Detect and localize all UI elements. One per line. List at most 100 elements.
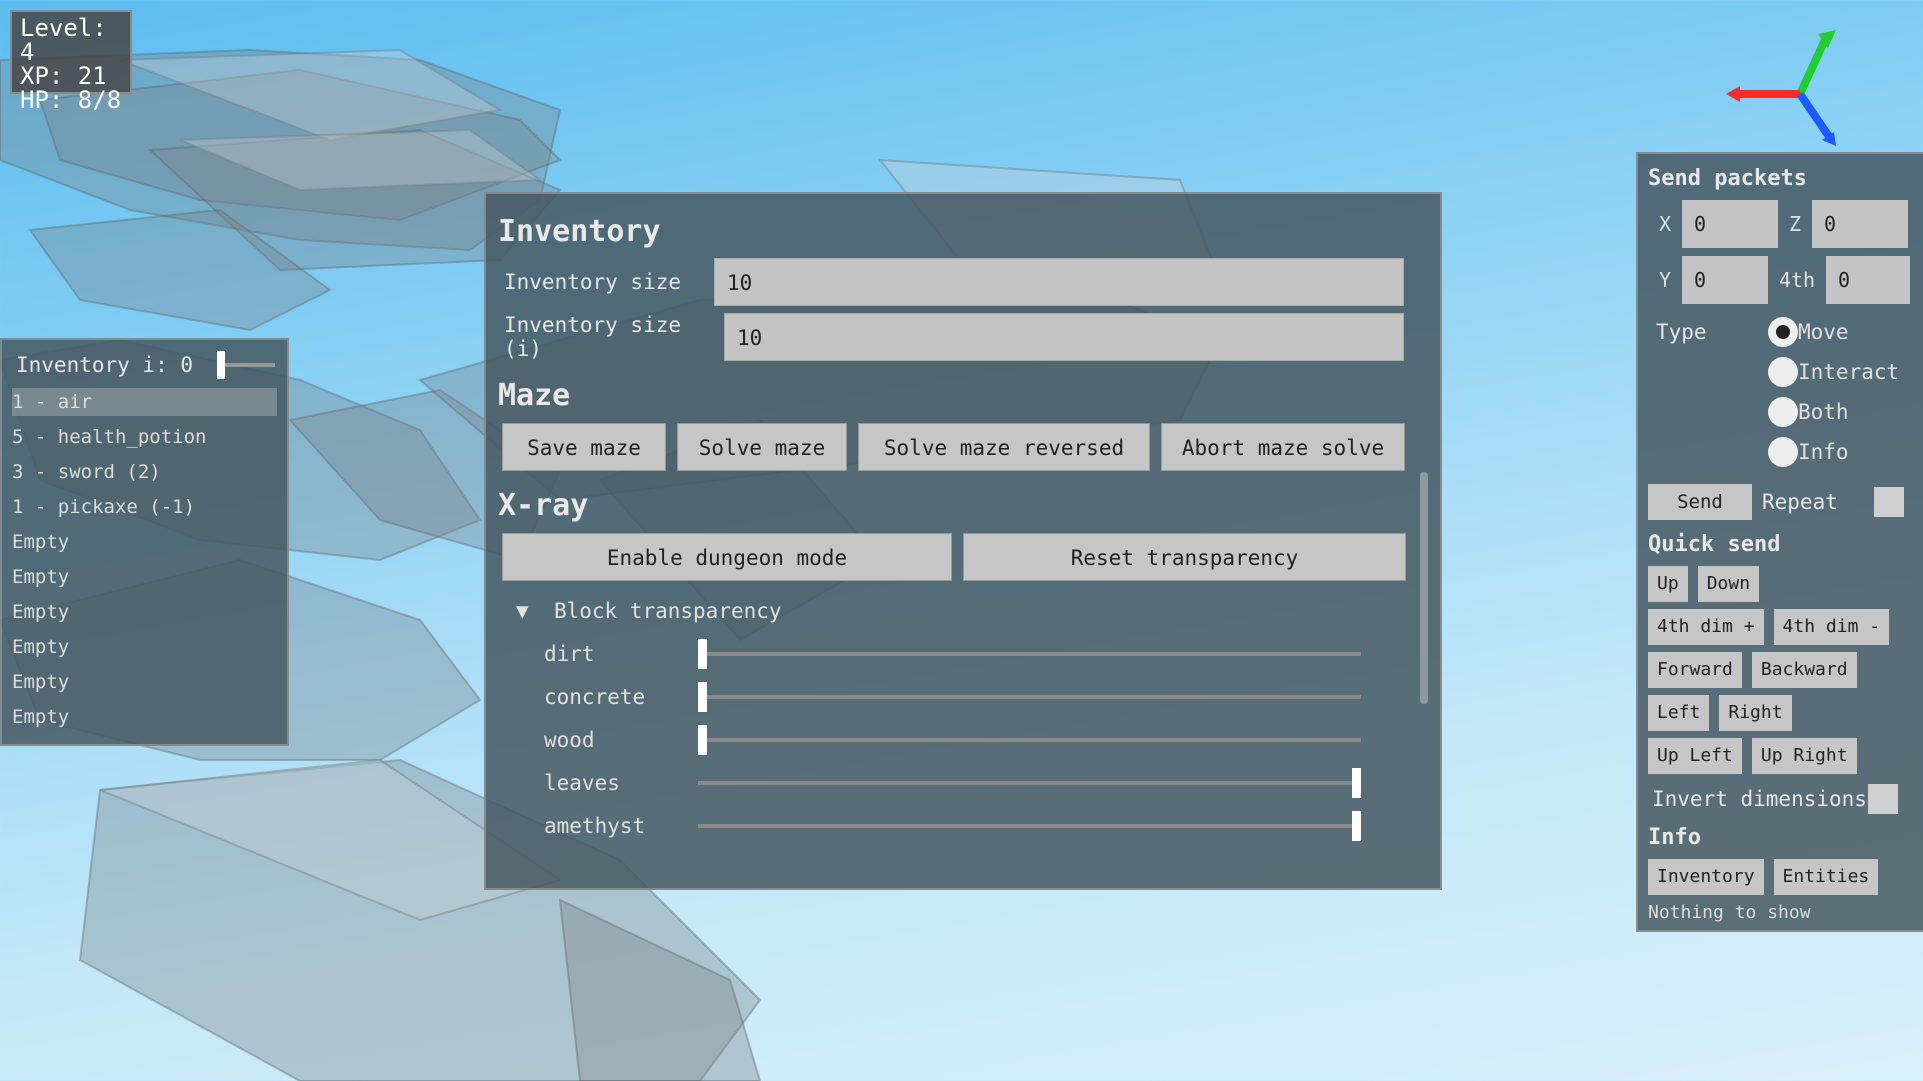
inventory-slot[interactable]: 1 - air bbox=[12, 388, 277, 416]
inventory-slot[interactable]: Empty bbox=[12, 598, 277, 633]
slider-knob[interactable] bbox=[1352, 810, 1361, 841]
slider-knob[interactable] bbox=[1352, 767, 1361, 798]
block-transparency-slider[interactable] bbox=[698, 638, 1361, 669]
maze-section-title: Maze bbox=[498, 378, 571, 413]
xray-section-title: X-ray bbox=[498, 488, 589, 523]
axes-gizmo-icon bbox=[1726, 30, 1836, 146]
hp-text: HP: 8/8 bbox=[20, 86, 122, 114]
inventory-slot[interactable]: 3 - sword (2) bbox=[12, 458, 277, 493]
repeat-label: Repeat bbox=[1762, 490, 1838, 514]
inventory-header: Inventory i: 0 bbox=[12, 348, 277, 382]
inventory-size-input[interactable]: 10 bbox=[714, 257, 1404, 306]
quick-forward-button[interactable]: Forward bbox=[1648, 651, 1742, 688]
info-entities-button[interactable]: Entities bbox=[1773, 858, 1879, 895]
radio-label: Move bbox=[1798, 320, 1849, 344]
solve-maze-reversed-button[interactable]: Solve maze reversed bbox=[858, 423, 1150, 471]
inventory-slot[interactable]: Empty bbox=[12, 563, 277, 598]
w-label: 4th bbox=[1778, 268, 1816, 292]
block-slider-row: dirt bbox=[498, 632, 1406, 675]
send-packets-title: Send packets bbox=[1648, 166, 1807, 191]
slider-knob[interactable] bbox=[698, 724, 707, 755]
block-slider-row: wood bbox=[498, 718, 1406, 761]
block-name: concrete bbox=[544, 684, 646, 709]
type-label: Type bbox=[1656, 320, 1707, 344]
settings-panel: Inventory Inventory size 10 Inventory si… bbox=[484, 192, 1442, 890]
inventory-section-title: Inventory bbox=[498, 214, 661, 249]
quick-left-button[interactable]: Left bbox=[1648, 694, 1710, 731]
level-text: Level: 4 bbox=[20, 14, 107, 66]
xp-text: XP: 21 bbox=[20, 62, 107, 90]
triangle-down-icon: ▼ bbox=[516, 599, 529, 623]
inventory-slot[interactable]: Empty bbox=[12, 703, 277, 738]
inventory-index-label: Inventory i: 0 bbox=[16, 353, 194, 377]
y-label: Y bbox=[1658, 268, 1672, 292]
w-input[interactable]: 0 bbox=[1826, 256, 1910, 304]
quick-send-title: Quick send bbox=[1648, 532, 1781, 557]
block-name: leaves bbox=[544, 770, 620, 795]
invert-dimensions-label: Invert dimensions bbox=[1652, 787, 1867, 811]
quick-up-left-button[interactable]: Up Left bbox=[1648, 737, 1742, 774]
quick-4th-minus-button[interactable]: 4th dim - bbox=[1773, 608, 1890, 645]
packet-type-group: Move Interact Both Info bbox=[1768, 312, 1899, 472]
inventory-slot[interactable]: Empty bbox=[12, 528, 277, 563]
inventory-slot[interactable]: 1 - pickaxe (-1) bbox=[12, 493, 277, 528]
radio-interact[interactable]: Interact bbox=[1768, 352, 1899, 392]
block-transparency-slider[interactable] bbox=[698, 767, 1361, 798]
inventory-slot[interactable]: 5 - health_potion bbox=[12, 423, 277, 458]
quick-down-button[interactable]: Down bbox=[1697, 565, 1760, 602]
player-stats-hud: Level: 4 XP: 21 HP: 8/8 bbox=[10, 10, 132, 112]
inventory-slot[interactable]: Empty bbox=[12, 668, 277, 703]
radio-dot[interactable] bbox=[1768, 397, 1798, 427]
quick-right-button[interactable]: Right bbox=[1719, 694, 1792, 731]
block-transparency-sliders: dirt concrete wood leaves amethyst bbox=[498, 632, 1406, 847]
repeat-checkbox[interactable] bbox=[1874, 487, 1904, 517]
block-transparency-label: Block transparency bbox=[553, 599, 782, 623]
quick-backward-button[interactable]: Backward bbox=[1751, 651, 1857, 688]
invert-dimensions-checkbox[interactable] bbox=[1868, 784, 1898, 814]
inventory-index-slider-knob[interactable] bbox=[217, 351, 225, 379]
radio-info[interactable]: Info bbox=[1768, 432, 1899, 472]
inventory-slot[interactable]: Empty bbox=[12, 633, 277, 668]
inventory-index-slider[interactable] bbox=[217, 351, 275, 379]
radio-dot[interactable] bbox=[1768, 357, 1798, 387]
inventory-size-i-input[interactable]: 10 bbox=[724, 312, 1404, 361]
info-inventory-button[interactable]: Inventory bbox=[1648, 858, 1764, 895]
info-status: Nothing to show bbox=[1648, 902, 1811, 923]
block-transparency-tree[interactable]: ▼ Block transparency bbox=[498, 590, 1406, 632]
quick-4th-plus-button[interactable]: 4th dim + bbox=[1648, 608, 1764, 645]
reset-transparency-button[interactable]: Reset transparency bbox=[962, 533, 1406, 581]
radio-move[interactable]: Move bbox=[1768, 312, 1899, 352]
x-input[interactable]: 0 bbox=[1682, 200, 1778, 248]
radio-label: Info bbox=[1798, 440, 1849, 464]
info-title: Info bbox=[1648, 825, 1701, 850]
radio-dot[interactable] bbox=[1768, 437, 1798, 467]
radio-label: Both bbox=[1798, 400, 1849, 424]
send-button[interactable]: Send bbox=[1648, 484, 1752, 520]
slider-knob[interactable] bbox=[698, 638, 707, 669]
block-transparency-slider[interactable] bbox=[698, 810, 1361, 841]
block-transparency-slider[interactable] bbox=[698, 681, 1361, 712]
inventory-list: 1 - air 5 - health_potion 3 - sword (2) … bbox=[12, 388, 277, 738]
z-input[interactable]: 0 bbox=[1812, 200, 1908, 248]
inventory-size-i-label: Inventory size (i) bbox=[504, 312, 682, 361]
inventory-panel: Inventory i: 0 1 - air 5 - health_potion… bbox=[0, 338, 289, 746]
abort-maze-solve-button[interactable]: Abort maze solve bbox=[1161, 423, 1405, 471]
block-transparency-slider[interactable] bbox=[698, 724, 1361, 755]
radio-both[interactable]: Both bbox=[1768, 392, 1899, 432]
quick-up-right-button[interactable]: Up Right bbox=[1751, 737, 1857, 774]
settings-scrollbar[interactable] bbox=[1420, 472, 1428, 704]
save-maze-button[interactable]: Save maze bbox=[502, 423, 666, 471]
y-input[interactable]: 0 bbox=[1682, 256, 1768, 304]
radio-dot[interactable] bbox=[1768, 317, 1798, 347]
enable-dungeon-mode-button[interactable]: Enable dungeon mode bbox=[502, 533, 952, 581]
x-label: X bbox=[1658, 212, 1672, 236]
block-name: wood bbox=[544, 727, 595, 752]
quick-up-button[interactable]: Up bbox=[1648, 565, 1688, 602]
solve-maze-button[interactable]: Solve maze bbox=[677, 423, 847, 471]
radio-label: Interact bbox=[1798, 360, 1900, 384]
z-label: Z bbox=[1788, 212, 1802, 236]
block-slider-row: amethyst bbox=[498, 804, 1406, 847]
slider-knob[interactable] bbox=[698, 681, 707, 712]
inventory-size-label: Inventory size bbox=[504, 269, 682, 294]
block-slider-row: concrete bbox=[498, 675, 1406, 718]
